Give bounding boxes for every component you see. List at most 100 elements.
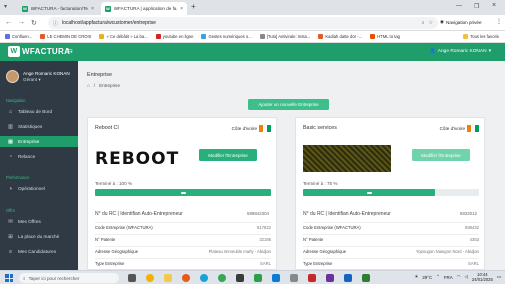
browser-menu-icon[interactable]: ⋮ <box>496 18 502 25</box>
bookmark-icon <box>201 34 207 39</box>
word-icon[interactable] <box>344 274 352 282</box>
header-user-menu[interactable]: 👤 Ange Romaric KONAN ▾ <box>430 49 491 54</box>
minimize-icon[interactable]: — <box>456 3 462 9</box>
edit-enterprise-button[interactable]: Modifier l'Entreprise <box>199 149 257 161</box>
breadcrumb: ⌂ / Entreprise <box>87 83 120 88</box>
task-view-icon[interactable] <box>128 274 136 282</box>
enterprise-card: Reboot CI Côte d'ivoire REBOOT Modifier … <box>87 117 277 270</box>
add-enterprise-button[interactable]: Ajouter un nouvelle Entreprise <box>248 99 329 110</box>
bookmark-item[interactable]: LE CHEMIN DE CROIX <box>40 34 91 39</box>
close-icon[interactable]: × <box>91 6 94 12</box>
url-field[interactable]: ⓘ localhost/appfactura/wcustomer/entrepr… <box>48 17 438 29</box>
sidebar-item-mes-candidatures[interactable]: ≡ Mes Candidatures <box>0 246 78 257</box>
site-info-icon[interactable]: ⓘ <box>53 20 58 27</box>
bookmark-star-icon[interactable]: ☆ <box>429 20 433 26</box>
sidebar-item-statistiques[interactable]: ▥ Statistiques <box>0 121 78 132</box>
file-explorer-icon[interactable] <box>164 274 172 282</box>
field-row: Adresse Géographique Plateau immeuble mar… <box>95 246 271 257</box>
youtube-icon <box>155 34 161 39</box>
tab-label: WFACTURA - facturation/Term... <box>30 6 88 11</box>
sidebar: Ange Romaric KONAN Gérant ▾ Navigation ⌂… <box>0 61 78 270</box>
bookmark-icon <box>5 34 10 39</box>
wifi-icon[interactable]: ◠ <box>457 274 461 280</box>
zoom-icon[interactable]: ⌕ <box>422 20 425 26</box>
bookmark-item[interactable]: Kadiah datte dor -... <box>318 34 362 39</box>
firefox-icon[interactable] <box>182 274 190 282</box>
ivory-coast-flag-icon <box>259 125 271 132</box>
field-row: Type Entreprise SARL <box>95 258 271 269</box>
volume-icon[interactable]: ◁ <box>464 274 467 280</box>
address-bar-row: ← → ↻ ⓘ localhost/appfactura/wcustomer/e… <box>0 15 505 31</box>
maximize-icon[interactable]: ❐ <box>474 3 479 10</box>
sidebar-section-title: Performance <box>6 175 30 180</box>
clock[interactable]: 10:44 24/01/2025 <box>472 272 493 282</box>
browser-tab-1[interactable]: W WFACTURA - facturation/Term... × <box>18 2 98 15</box>
bookmark-item[interactable]: Confluen... <box>5 34 32 39</box>
bookmark-item[interactable]: youtube en ligne <box>155 34 193 39</box>
terminal-icon[interactable] <box>236 274 244 282</box>
taskbar-search[interactable]: ⌕ Taper ici pour rechercher <box>19 273 119 283</box>
window-close-icon[interactable]: × <box>492 2 496 9</box>
field-row: Adresse Géographique Yopougon Niangon Nor… <box>303 246 479 257</box>
logo-text: WFACTURA <box>22 47 71 56</box>
excel-icon[interactable] <box>362 274 370 282</box>
tab-label: WFACTURA | application de fa... <box>113 6 178 11</box>
tray-chevron-icon[interactable]: ⌃ <box>436 274 440 280</box>
rc-value: 589842304 <box>247 211 269 216</box>
app-icon[interactable] <box>290 274 298 282</box>
bell-icon: ◔ <box>8 153 13 160</box>
all-favorites[interactable]: Tous les favoris <box>463 34 499 39</box>
app-icon[interactable] <box>146 274 154 282</box>
reload-icon[interactable]: ↻ <box>31 19 37 27</box>
main-content: Entreprise ⌂ / Entreprise Ajouter un nou… <box>78 61 505 270</box>
tab-menu-icon[interactable]: ▾ <box>4 3 7 10</box>
bookmark-item[interactable]: Gestes numériques o... <box>201 34 252 39</box>
edge-icon[interactable] <box>200 274 208 282</box>
building-icon: ▦ <box>7 138 14 145</box>
vscode-icon[interactable] <box>272 274 280 282</box>
field-row: Code Entreprise (WFACTURA) 517822 <box>95 222 271 233</box>
weather-icon[interactable]: ☀ <box>414 274 418 280</box>
app-icon[interactable] <box>308 274 316 282</box>
card-title: Basic services <box>303 125 337 131</box>
app-logo[interactable]: W WFACTURA <box>8 46 70 57</box>
sidebar-item-entreprise[interactable]: ▦ Entreprise <box>0 136 78 147</box>
bookmark-icon <box>40 34 46 39</box>
field-row: N° Patente 4353 <box>303 234 479 245</box>
private-mode-indicator[interactable]: ◉ Navigation privée <box>440 19 482 25</box>
card-title: Reboot CI <box>95 125 119 131</box>
new-tab-icon[interactable]: + <box>191 2 196 11</box>
taskbar: ⌕ Taper ici pour rechercher ☀ 29°C ⌃ FRA… <box>0 270 505 284</box>
avatar <box>6 70 19 83</box>
progress-label: Terminé à : 100 % <box>95 181 133 186</box>
browser-tab-2[interactable]: W WFACTURA | application de fa... × <box>101 2 187 15</box>
lang-indicator[interactable]: FRA <box>444 275 453 280</box>
company-logo <box>303 145 391 172</box>
gauge-icon: ◑ <box>8 185 13 192</box>
sidebar-toggle-icon[interactable]: ⇆ <box>67 47 73 55</box>
app-icon[interactable] <box>326 274 334 282</box>
chrome-icon[interactable] <box>218 274 226 282</box>
enterprise-card: Basic services Côte d'ivoire Modifier l'… <box>295 117 485 270</box>
sidebar-item-tableau-de-bord[interactable]: ⌂ Tableau de Bord <box>0 106 78 117</box>
notification-icon[interactable]: ▭ <box>497 274 501 280</box>
bookmark-item[interactable]: [Tuto] Antivirale: Insta... <box>259 34 310 39</box>
home-icon[interactable]: ⌂ <box>87 83 90 88</box>
forward-icon[interactable]: → <box>18 19 25 26</box>
back-icon[interactable]: ← <box>5 19 12 26</box>
sidebar-item-mes-offres[interactable]: ✉ Mes Offres <box>0 216 78 227</box>
sidebar-item-relance[interactable]: ◔ Relance <box>0 151 78 162</box>
bookmark-item[interactable]: « Ce débâtit » La ba... <box>99 34 148 39</box>
sidebar-item-place-du-marche[interactable]: ⊞ La place du marché <box>0 231 78 242</box>
close-icon[interactable]: × <box>180 6 183 12</box>
edit-enterprise-button[interactable]: Modifier l'Entreprise <box>412 149 470 161</box>
field-row: N° Patente 32185 <box>95 234 271 245</box>
bookmark-item[interactable]: HTML to tag <box>370 34 400 39</box>
app-icon[interactable] <box>254 274 262 282</box>
sidebar-item-operationnel[interactable]: ◑ Opérationnel <box>0 183 78 194</box>
windows-start-icon[interactable] <box>5 274 13 282</box>
rc-value: 5832012 <box>459 211 477 216</box>
card-country: Côte d'ivoire <box>232 125 271 132</box>
sidebar-profile[interactable]: Ange Romaric KONAN Gérant ▾ <box>6 70 70 83</box>
rc-label: N° du RC | Identifian Auto-Entrepreneur <box>303 211 391 217</box>
